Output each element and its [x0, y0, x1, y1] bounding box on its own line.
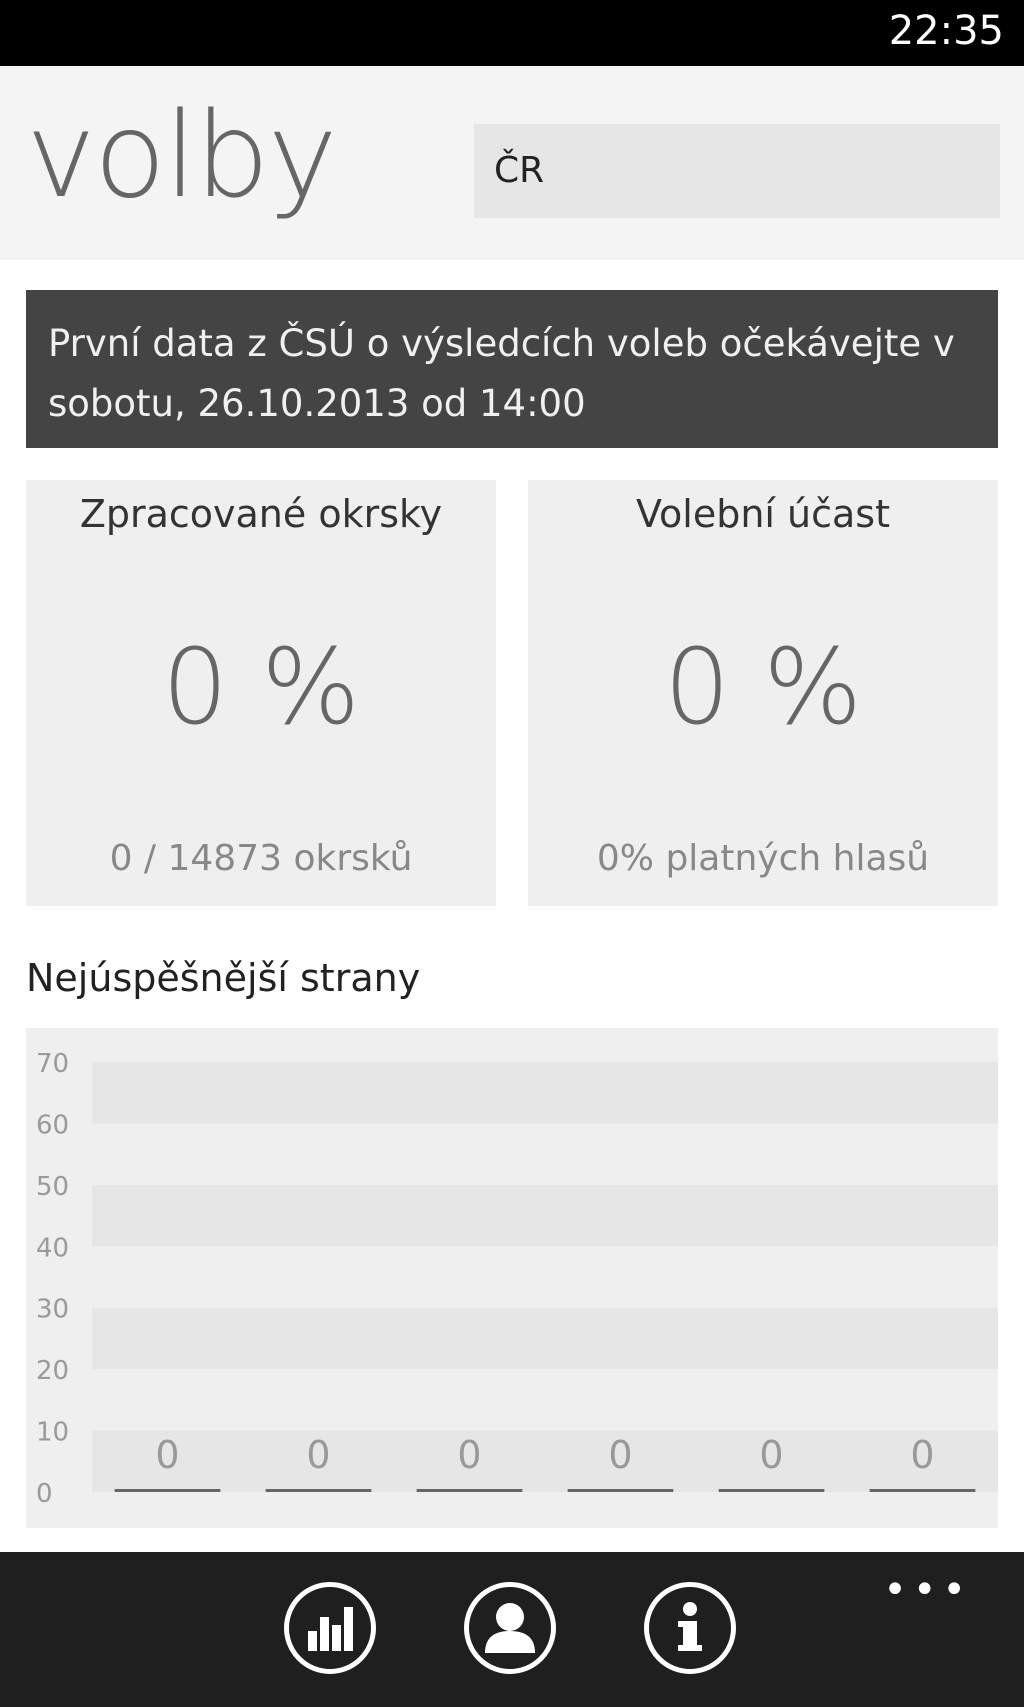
bar-value-label: 0	[155, 1433, 179, 1477]
grid-band	[92, 1062, 998, 1124]
results-chart-button[interactable]	[284, 1582, 376, 1674]
y-tick-label: 20	[36, 1356, 69, 1386]
tile-subtitle: 0% platných hlasů	[596, 838, 930, 879]
y-tick-label: 70	[36, 1049, 69, 1079]
clock: 22:35	[888, 8, 1004, 54]
bar	[869, 1489, 976, 1492]
chart-svg: 0 10 20 30 40 50 60 70 0 0 0 0 0 0	[36, 1049, 998, 1509]
section-title: Nejúspěšnější strany	[26, 956, 421, 1000]
bar-value-label: 0	[457, 1433, 481, 1477]
bar	[718, 1489, 825, 1492]
bar-chart-icon	[308, 1607, 353, 1651]
y-tick-label: 10	[36, 1418, 69, 1448]
grid-band	[92, 1430, 998, 1492]
app-title: volby	[26, 86, 338, 224]
tile-title: Volební účast	[635, 492, 891, 536]
grid-band	[92, 1307, 998, 1370]
notice-banner: První data z ČSÚ o výsledcích voleb oček…	[26, 290, 998, 448]
bar-value-label: 0	[910, 1433, 934, 1477]
grid-band	[92, 1184, 998, 1247]
person-icon	[485, 1603, 535, 1653]
tile-value: 0 %	[663, 626, 863, 748]
processed-districts-tile[interactable]: Zpracované okrsky 0 % 0 / 14873 okrsků	[26, 480, 496, 906]
status-bar: 22:35	[0, 0, 1024, 66]
region-selector-value: ČR	[494, 150, 545, 191]
y-tick-label: 60	[36, 1110, 69, 1140]
info-icon	[678, 1602, 702, 1651]
tile-subtitle: 0 / 14873 okrsků	[109, 838, 413, 879]
candidates-button[interactable]	[464, 1582, 556, 1674]
bar	[114, 1489, 221, 1492]
notice-text: První data z ČSÚ o výsledcích voleb oček…	[48, 322, 955, 425]
more-options-icon[interactable]: •••	[883, 1570, 972, 1610]
bar-value-label: 0	[306, 1433, 330, 1477]
bar	[567, 1489, 674, 1492]
bar-value-label: 0	[759, 1433, 783, 1477]
tile-title: Zpracované okrsky	[79, 492, 443, 536]
bar	[265, 1489, 372, 1492]
tile-value: 0 %	[161, 626, 361, 748]
bar	[416, 1489, 523, 1492]
bar-value-label: 0	[608, 1433, 632, 1477]
y-tick-label: 50	[36, 1172, 69, 1202]
y-tick-label: 40	[36, 1233, 69, 1263]
y-tick-label: 0	[36, 1479, 53, 1509]
app-bar: •••	[0, 1552, 1024, 1707]
party-results-chart: 0 10 20 30 40 50 60 70 0 0 0 0 0 0	[26, 1028, 998, 1528]
y-tick-label: 30	[36, 1295, 69, 1325]
region-selector[interactable]: ČR	[474, 124, 1000, 218]
info-button[interactable]	[644, 1582, 736, 1674]
turnout-tile[interactable]: Volební účast 0 % 0% platných hlasů	[528, 480, 998, 906]
